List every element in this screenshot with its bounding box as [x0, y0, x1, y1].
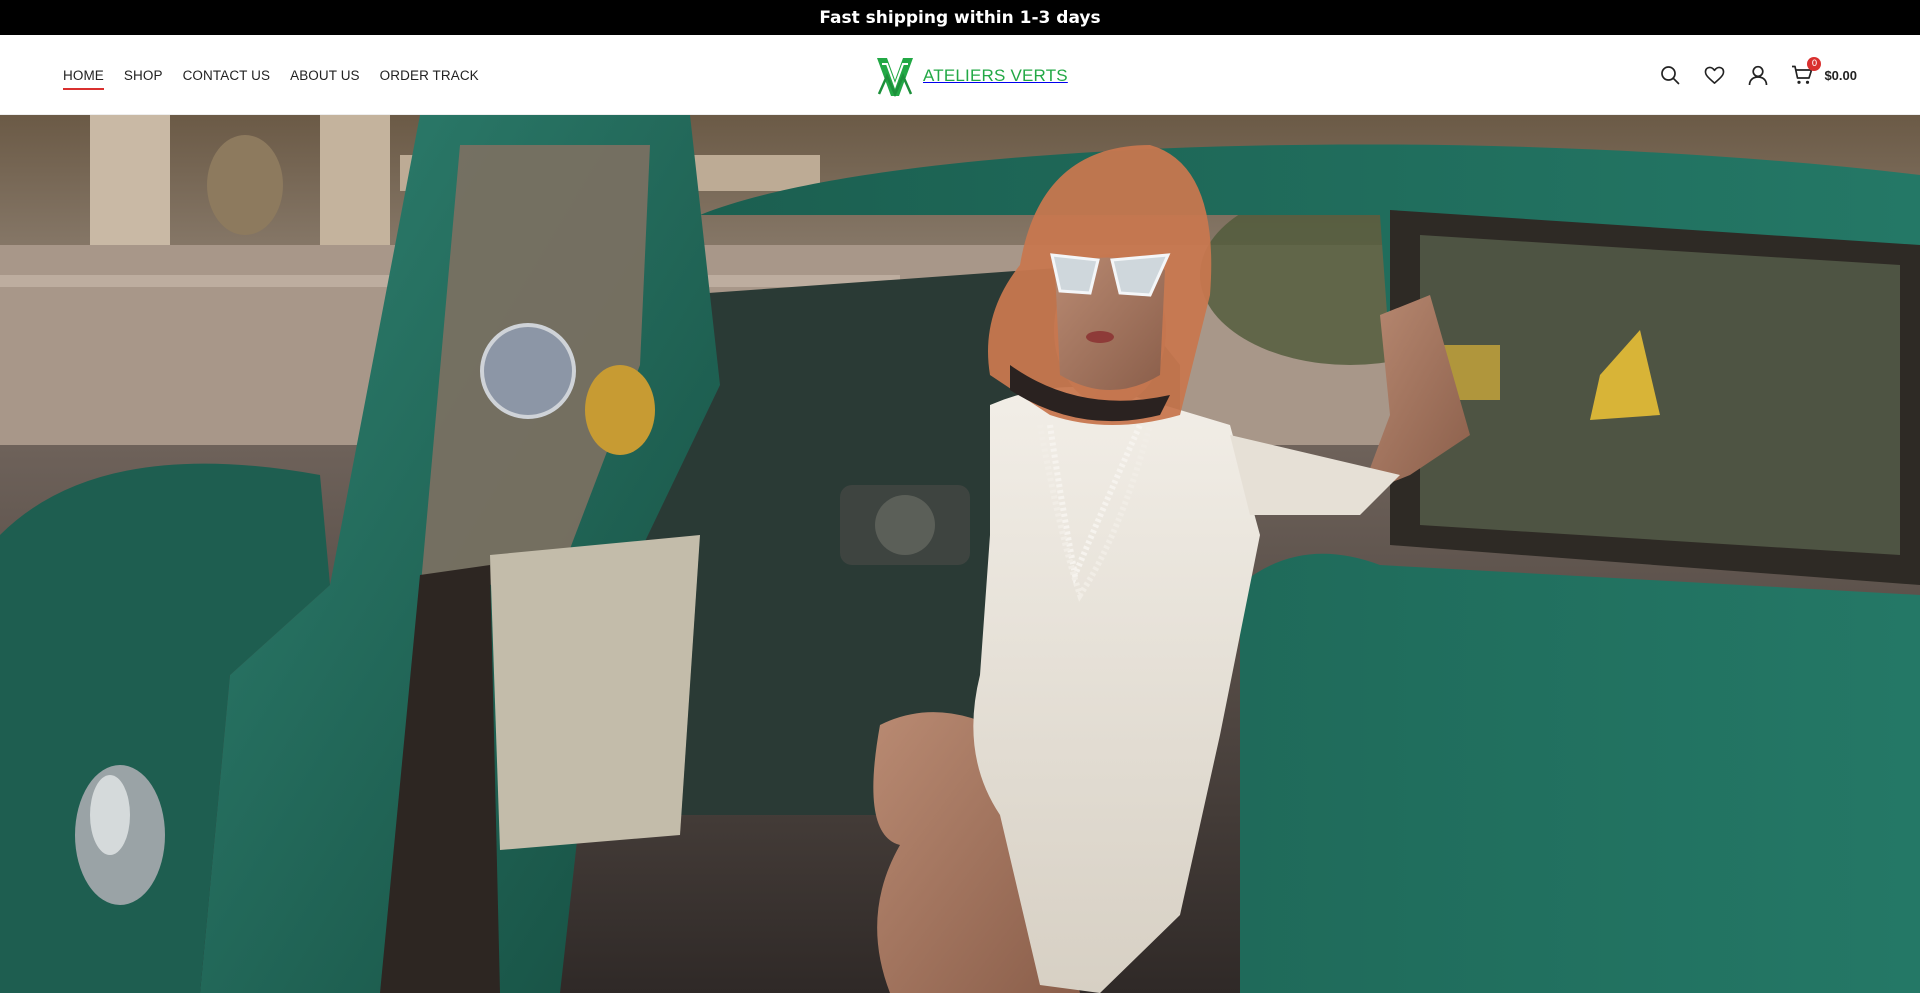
hero-photo: [0, 115, 1920, 993]
account-button[interactable]: [1746, 63, 1770, 87]
cart-count-badge: 0: [1807, 57, 1822, 71]
brand-name: ATELIERS VERTS: [923, 66, 1068, 85]
cart-total: $0.00: [1824, 67, 1857, 83]
main-nav: HOME SHOP CONTACT US ABOUT US ORDER TRAC…: [63, 35, 479, 115]
search-button[interactable]: [1658, 63, 1682, 87]
announcement-bar: Fast shipping within 1-3 days: [0, 0, 1920, 35]
nav-home[interactable]: HOME: [63, 64, 104, 90]
header-tools: 0 $0.00: [1658, 35, 1857, 115]
nav-about-us[interactable]: ABOUT US: [290, 64, 360, 87]
nav-shop[interactable]: SHOP: [124, 64, 163, 87]
wishlist-button[interactable]: [1702, 63, 1726, 87]
site-header: HOME SHOP CONTACT US ABOUT US ORDER TRAC…: [0, 35, 1920, 115]
announcement-text: Fast shipping within 1-3 days: [819, 7, 1101, 28]
cart-button[interactable]: 0 $0.00: [1790, 57, 1857, 87]
search-icon: [1661, 66, 1680, 85]
brand-logo[interactable]: ATELIERS VERTS: [875, 53, 1068, 99]
user-icon: [1749, 65, 1768, 85]
heart-icon: [1704, 66, 1725, 84]
nav-order-track[interactable]: ORDER TRACK: [380, 64, 479, 87]
nav-contact-us[interactable]: CONTACT US: [183, 64, 271, 87]
cart-icon-wrap: 0: [1790, 57, 1822, 87]
hero-banner[interactable]: [0, 115, 1920, 993]
brand-logo-mark-icon: [877, 58, 913, 98]
